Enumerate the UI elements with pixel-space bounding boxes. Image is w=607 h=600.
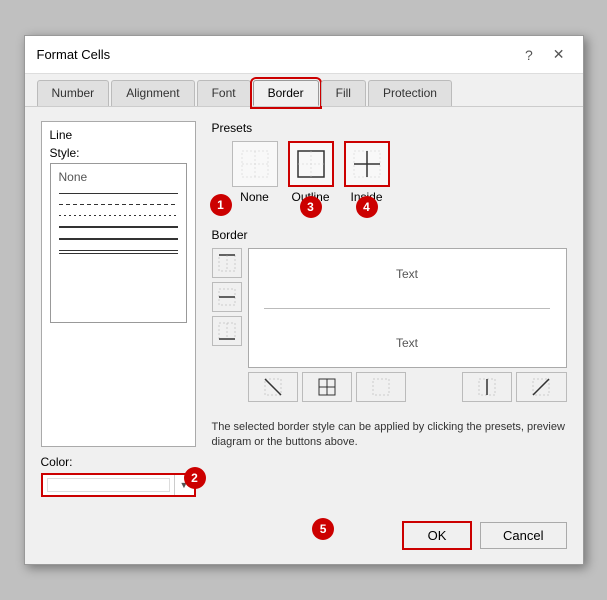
badge-2: 2 [184, 467, 206, 489]
border-separator [264, 308, 549, 309]
dialog-title: Format Cells [37, 47, 111, 62]
close-button[interactable]: ✕ [547, 44, 571, 65]
right-panel: Presets 1 [212, 121, 567, 497]
border-all-icon [318, 378, 336, 396]
preset-inside-button[interactable] [344, 141, 390, 187]
border-bottom-icon [218, 322, 236, 340]
help-button[interactable]: ? [519, 45, 539, 65]
border-section: Border [212, 228, 567, 402]
color-swatch [47, 478, 170, 492]
preset-outline-icon [296, 149, 326, 179]
style-label: Style: [50, 146, 187, 160]
line-section-title: Line [50, 128, 187, 142]
style-box[interactable]: None [50, 163, 187, 323]
badge-4: 4 [356, 196, 378, 218]
border-middle-h-icon [218, 288, 236, 306]
preset-inside-item: Inside [344, 141, 390, 204]
preset-none-icon [240, 149, 270, 179]
preset-none-item: None [232, 141, 278, 204]
border-btn-top[interactable] [212, 248, 242, 278]
border-btn-bottom[interactable] [212, 316, 242, 346]
badge-3: 3 [300, 196, 322, 218]
style-double[interactable] [59, 250, 178, 254]
border-btn-left-right[interactable] [302, 372, 352, 402]
style-medium[interactable] [59, 226, 178, 228]
color-section: 2 Color: ▼ [41, 455, 196, 497]
border-btn-diag-down[interactable] [248, 372, 298, 402]
tab-alignment[interactable]: Alignment [111, 80, 194, 106]
border-title: Border [212, 228, 567, 242]
border-none-small-icon [372, 378, 390, 396]
presets-section: Presets 1 [212, 121, 567, 218]
tabs-row: Number Alignment Font Border Fill Protec… [25, 74, 583, 107]
tab-font[interactable]: Font [197, 80, 251, 106]
preview-text-2: Text [249, 328, 566, 358]
preset-outline-button[interactable] [288, 141, 334, 187]
badge-5: 5 [312, 518, 334, 540]
cancel-button[interactable]: Cancel [480, 522, 566, 549]
border-preview[interactable]: Text Text [248, 248, 567, 368]
style-solid-thin[interactable] [59, 193, 178, 194]
color-dropdown[interactable]: ▼ [41, 473, 196, 497]
border-top-icon [218, 254, 236, 272]
border-btn-diag-up[interactable] [516, 372, 566, 402]
badge-row-34: 3 4 [222, 196, 567, 218]
style-thick[interactable] [59, 238, 178, 240]
style-none[interactable]: None [55, 168, 182, 186]
tab-border[interactable]: Border [253, 80, 319, 106]
preset-none-button[interactable] [232, 141, 278, 187]
ok-button[interactable]: OK [402, 521, 472, 550]
border-btn-middle-h[interactable] [212, 282, 242, 312]
left-panel: Line Style: None 2 Color: [41, 121, 196, 497]
tab-number[interactable]: Number [37, 80, 110, 106]
format-cells-dialog: Format Cells ? ✕ Number Alignment Font B… [24, 35, 584, 565]
line-section: Line Style: None [41, 121, 196, 447]
border-area: Text Text [212, 248, 567, 368]
preset-outline-item: Outline [288, 141, 334, 204]
main-row: Line Style: None 2 Color: [41, 121, 567, 497]
color-label: Color: [41, 455, 196, 469]
title-bar-controls: ? ✕ [519, 44, 571, 65]
tab-protection[interactable]: Protection [368, 80, 452, 106]
hint-text: The selected border style can be applied… [212, 420, 567, 451]
style-dotted[interactable] [59, 215, 178, 216]
border-diag-up-icon [532, 378, 550, 396]
border-diag-down-icon [264, 378, 282, 396]
preview-text-1: Text [249, 259, 566, 289]
dialog-footer: 5 OK Cancel [25, 511, 583, 564]
title-bar: Format Cells ? ✕ [25, 36, 583, 74]
border-right-v-icon [478, 378, 496, 396]
presets-row: 1 None [222, 141, 567, 204]
border-bottom-row [248, 372, 567, 402]
border-btn-none-small[interactable] [356, 372, 406, 402]
dialog-body: Line Style: None 2 Color: [25, 107, 583, 511]
presets-title: Presets [212, 121, 567, 135]
border-left-buttons [212, 248, 242, 368]
preset-inside-icon [352, 149, 382, 179]
style-dashed[interactable] [59, 204, 178, 205]
border-btn-right-v[interactable] [462, 372, 512, 402]
badge-1: 1 [210, 194, 232, 216]
tab-fill[interactable]: Fill [321, 80, 366, 106]
